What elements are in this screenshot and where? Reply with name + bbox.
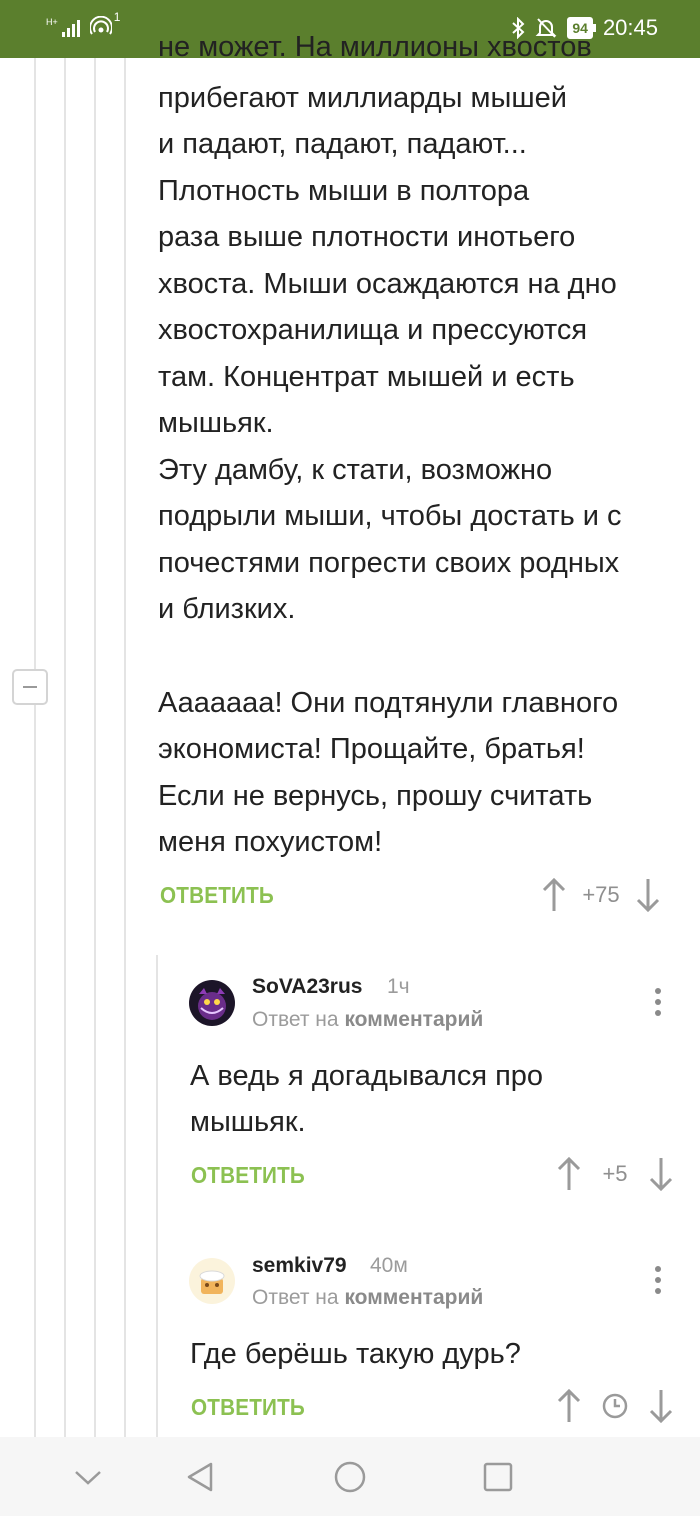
chevron-down-icon[interactable] xyxy=(70,1459,106,1495)
post-line: и близких. xyxy=(158,593,296,625)
reply-button[interactable]: ОТВЕТИТЬ xyxy=(191,1162,305,1189)
post-line: экономиста! Прощайте, братья! xyxy=(158,733,585,765)
upvote-icon[interactable] xyxy=(555,1389,583,1423)
post-line: Ааааааа! Они подтянули главного xyxy=(158,687,619,719)
comment-score: +5 xyxy=(602,1161,628,1186)
reply-button[interactable]: ОТВЕТИТЬ xyxy=(160,882,274,909)
thread-line xyxy=(94,58,96,1437)
comment-line: А ведь я догадывался про xyxy=(190,1060,544,1092)
post-cut-line: не может. На миллионы хвостов xyxy=(158,31,592,63)
status-left: H+ 1 xyxy=(46,10,120,38)
upvote-icon[interactable] xyxy=(540,878,568,912)
score-hidden xyxy=(583,1392,647,1420)
post-line: Плотность мыши в полтора xyxy=(158,175,530,207)
post-line: подрыли мыши, чтобы достать и с xyxy=(158,500,622,532)
collapse-thread-button[interactable] xyxy=(12,669,48,705)
post-line: хвостохранилища и прессуются xyxy=(158,314,588,346)
avatar[interactable] xyxy=(189,1258,235,1304)
vote-controls: +75 xyxy=(540,878,662,912)
post-line: Если не вернусь, прошу считать xyxy=(158,780,593,812)
comment-author[interactable]: SoVA23rus xyxy=(252,975,363,999)
post-line: меня похуистом! xyxy=(158,826,383,858)
post-line: там. Концентрат мышей и есть xyxy=(158,361,575,393)
comment-time: 40м xyxy=(370,1254,408,1277)
post-line: хвоста. Мыши осаждаются на дно xyxy=(158,268,617,300)
thread-line xyxy=(34,58,36,1437)
upvote-icon[interactable] xyxy=(555,1157,583,1191)
back-triangle-icon[interactable] xyxy=(183,1459,219,1495)
subthread-line xyxy=(156,955,158,1437)
comment-time: 1ч xyxy=(387,975,410,998)
reply-to-link[interactable]: комментарий xyxy=(344,1008,483,1031)
reply-to-label: Ответ на комментарий xyxy=(252,1286,483,1310)
downvote-icon[interactable] xyxy=(647,1157,675,1191)
thread-line xyxy=(124,58,126,1437)
system-nav-bar xyxy=(0,1437,700,1516)
downvote-icon[interactable] xyxy=(647,1389,675,1423)
avatar[interactable] xyxy=(189,980,235,1026)
vote-controls xyxy=(555,1389,675,1423)
post-line: раза выше плотности инотьего xyxy=(158,221,576,253)
network-type-label: H+ xyxy=(46,17,58,27)
comment-line: мышьяк. xyxy=(190,1106,306,1138)
post-score: +75 xyxy=(582,882,620,907)
post-line: и падают, падают, падают... xyxy=(158,128,527,160)
post-line: прибегают миллиарды мышей xyxy=(158,82,567,114)
downvote-icon[interactable] xyxy=(634,878,662,912)
wifi-hotspot-icon: 1 xyxy=(88,10,120,38)
wifi-badge: 1 xyxy=(113,10,121,24)
vote-controls: +5 xyxy=(555,1157,675,1191)
reply-to-label: Ответ на комментарий xyxy=(252,1008,483,1032)
recents-square-icon[interactable] xyxy=(480,1459,516,1495)
reply-button[interactable]: ОТВЕТИТЬ xyxy=(191,1394,305,1421)
thread-line xyxy=(64,58,66,1437)
more-options-icon[interactable] xyxy=(654,988,662,1021)
comment-author[interactable]: semkiv79 xyxy=(252,1254,347,1278)
post-line: мышьяк. xyxy=(158,407,274,439)
reply-to-prefix: Ответ на xyxy=(252,1008,339,1031)
reply-to-prefix: Ответ на xyxy=(252,1286,339,1309)
reply-to-link[interactable]: комментарий xyxy=(344,1286,483,1309)
comment-line: Где берёшь такую дурь? xyxy=(190,1338,521,1370)
more-options-icon[interactable] xyxy=(654,1266,662,1299)
home-circle-icon[interactable] xyxy=(332,1459,368,1495)
signal-icon: H+ xyxy=(46,17,80,37)
clock-icon xyxy=(602,1393,628,1419)
post-line: почестями погрести своих родных xyxy=(158,547,620,579)
post-line: Эту дамбу, к стати, возможно xyxy=(158,454,553,486)
